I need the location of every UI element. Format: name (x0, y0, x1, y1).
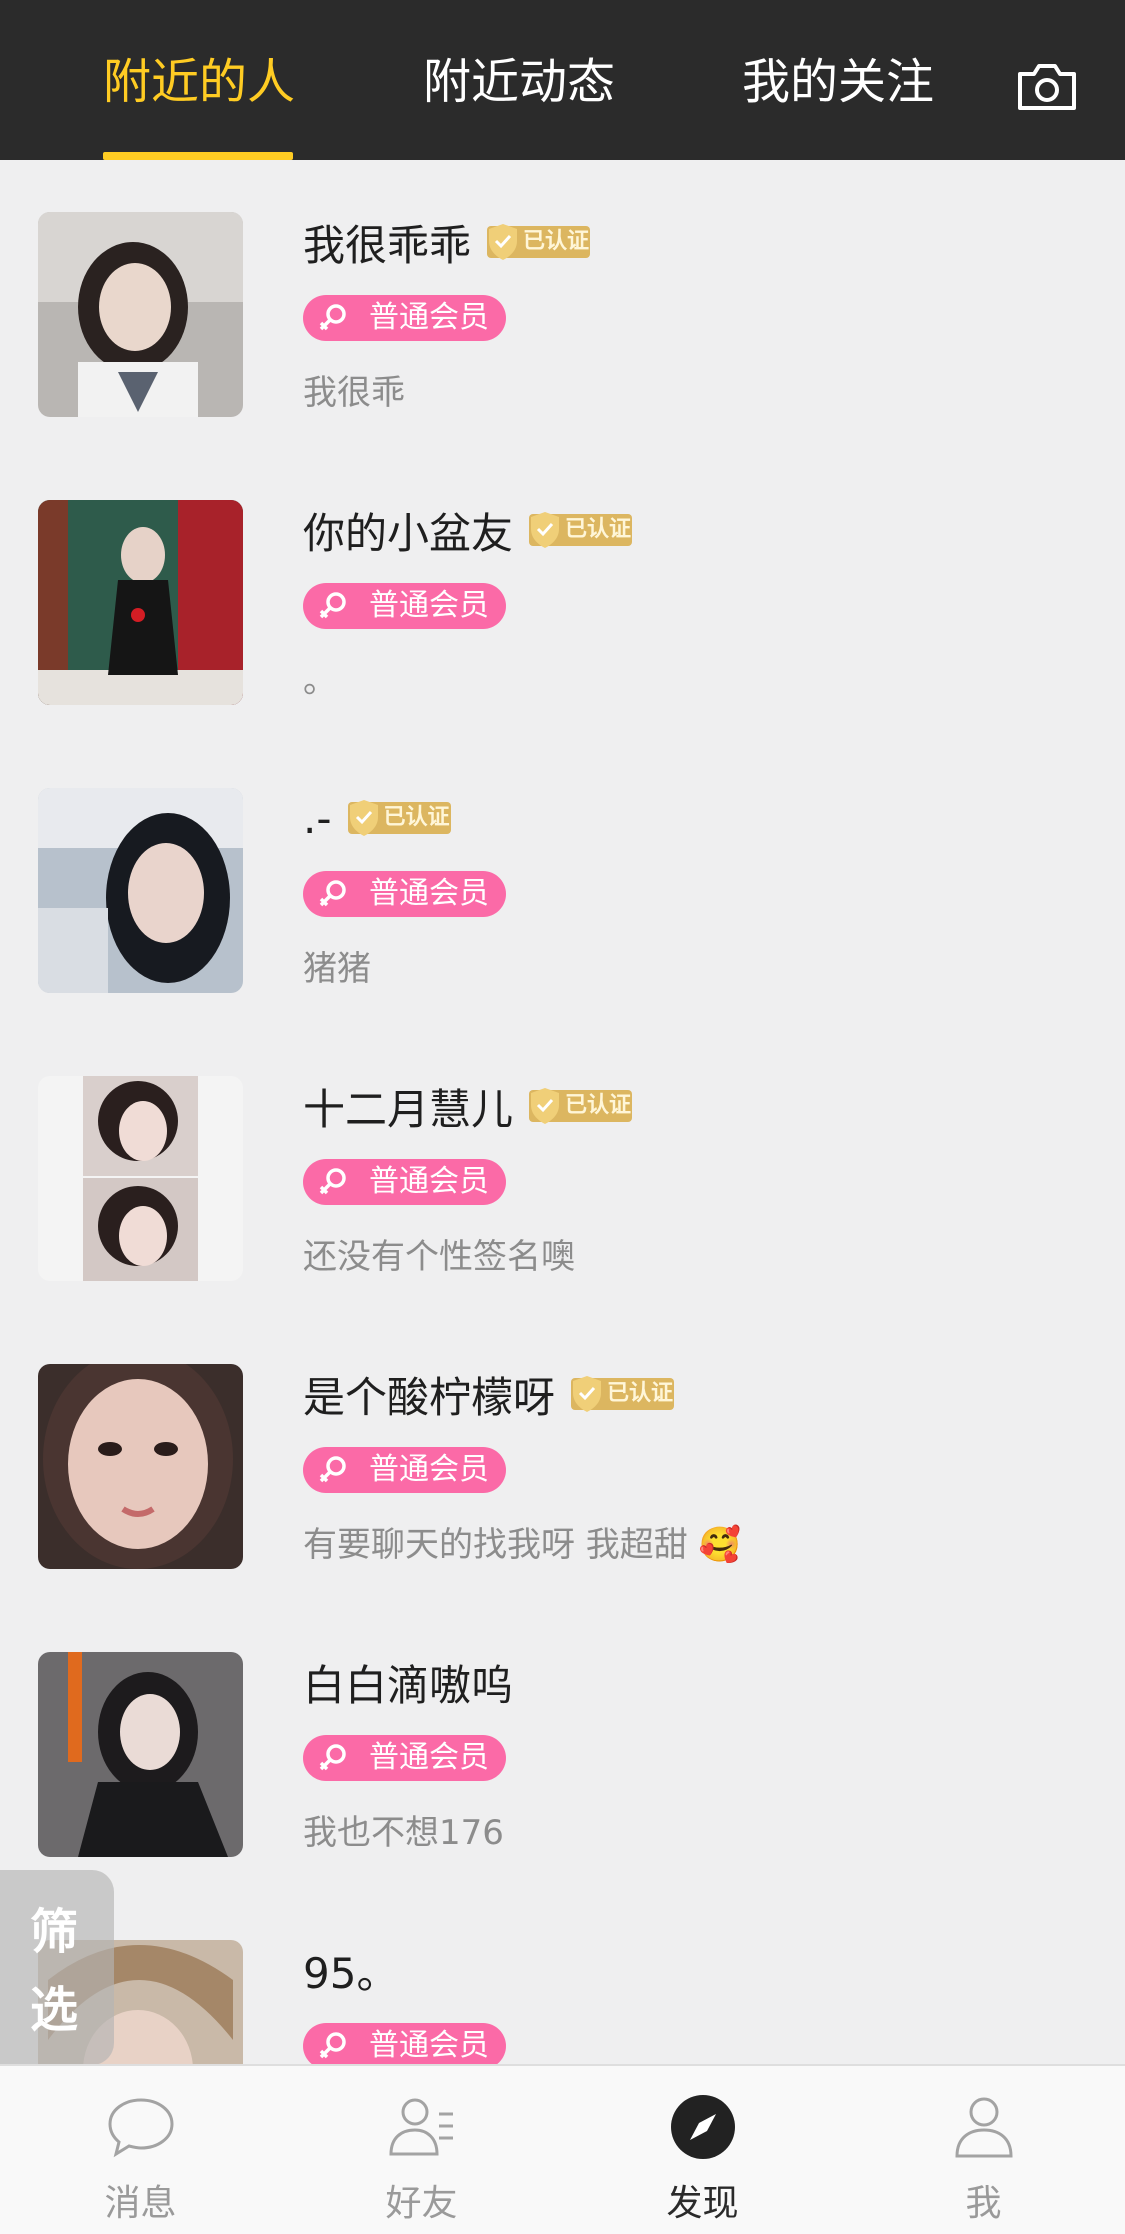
user-name: 十二月慧儿 (303, 1084, 514, 1134)
user-name: .- (303, 793, 332, 843)
verified-text: 已认证 (565, 517, 632, 542)
member-badge: 普通会员 (303, 871, 506, 917)
filter-button[interactable]: 筛 选 (0, 1870, 114, 2065)
verified-text: 已认证 (523, 229, 590, 254)
user-name: 95。 (303, 1948, 399, 1998)
user-name: 白白滴嗷呜 (303, 1660, 514, 1710)
nav-me[interactable]: 我 (843, 2066, 1124, 2234)
list-item[interactable]: 95。 普通会员 (0, 1888, 1125, 2065)
verified-badge: 已认证 (527, 511, 633, 549)
verified-text: 已认证 (383, 805, 450, 830)
member-label: 普通会员 (369, 1740, 489, 1775)
list-item[interactable]: 白白滴嗷呜 普通会员 我也不想176 (0, 1600, 1125, 1888)
avatar[interactable] (38, 212, 243, 417)
camera-icon[interactable] (1016, 62, 1078, 112)
list-item[interactable]: 我很乖乖 已认证 普通会员 我很乖 (0, 160, 1125, 448)
female-icon (319, 592, 346, 619)
bottom-nav: 消息 好友 发现 我 (0, 2064, 1125, 2234)
avatar[interactable] (38, 788, 243, 993)
filter-label-2: 选 (30, 1982, 79, 2038)
member-label: 普通会员 (369, 1164, 489, 1199)
avatar[interactable] (38, 1364, 243, 1569)
member-label: 普通会员 (369, 876, 489, 911)
compass-icon (671, 2095, 735, 2159)
user-signature: 有要聊天的找我呀 我超甜 🥰 (303, 1525, 741, 1565)
avatar[interactable] (38, 500, 243, 705)
member-badge: 普通会员 (303, 2023, 506, 2065)
member-label: 普通会员 (369, 588, 489, 623)
verified-text: 已认证 (607, 1381, 674, 1406)
verified-text: 已认证 (565, 1093, 632, 1118)
nav-discover[interactable]: 发现 (562, 2066, 843, 2234)
friends-icon (389, 2098, 453, 2156)
list-item[interactable]: 你的小盆友 已认证 普通会员 。 (0, 448, 1125, 736)
user-name: 是个酸柠檬呀 (303, 1372, 556, 1422)
member-badge: 普通会员 (303, 295, 506, 341)
user-signature: 我也不想176 (303, 1813, 504, 1853)
member-badge: 普通会员 (303, 1447, 506, 1493)
nav-friends[interactable]: 好友 (281, 2066, 562, 2234)
female-icon (319, 1168, 346, 1195)
user-signature: 猪猪 (303, 949, 371, 989)
user-signature: 还没有个性签名噢 (303, 1237, 575, 1277)
nav-label: 消息 (104, 2183, 177, 2224)
person-icon (955, 2097, 1013, 2158)
nearby-people-list: 我很乖乖 已认证 普通会员 我很乖 你的小盆友 已认证 普通会员 。 .- 已认… (0, 160, 1125, 2065)
user-signature: 。 (303, 661, 337, 701)
verified-badge: 已认证 (346, 799, 451, 837)
member-label: 普通会员 (369, 2028, 489, 2063)
chat-bubble-icon (108, 2098, 174, 2158)
member-label: 普通会员 (369, 1452, 489, 1487)
verified-badge: 已认证 (569, 1375, 675, 1413)
female-icon (319, 880, 346, 907)
list-item[interactable]: .- 已认证 普通会员 猪猪 (0, 736, 1125, 1024)
member-badge: 普通会员 (303, 1735, 506, 1781)
user-name: 我很乖乖 (303, 220, 472, 270)
verified-badge: 已认证 (485, 223, 591, 261)
nav-label: 好友 (385, 2183, 458, 2224)
active-tab-indicator (103, 152, 293, 160)
filter-label-1: 筛 (30, 1904, 79, 1960)
female-icon (319, 304, 346, 331)
member-label: 普通会员 (369, 300, 489, 335)
member-badge: 普通会员 (303, 583, 506, 629)
member-badge: 普通会员 (303, 1159, 506, 1205)
tab-nearby-people[interactable]: 附近的人 (103, 52, 295, 112)
female-icon (319, 1456, 346, 1483)
tab-my-follows[interactable]: 我的关注 (742, 52, 934, 112)
female-icon (319, 2032, 346, 2059)
nav-label: 发现 (666, 2183, 739, 2224)
top-bar: 附近的人 附近动态 我的关注 (0, 0, 1125, 160)
list-item[interactable]: 是个酸柠檬呀 已认证 普通会员 有要聊天的找我呀 我超甜 🥰 (0, 1312, 1125, 1600)
user-signature: 我很乖 (303, 373, 405, 413)
verified-badge: 已认证 (527, 1087, 633, 1125)
avatar[interactable] (38, 1076, 243, 1281)
nav-messages[interactable]: 消息 (0, 2066, 281, 2234)
nav-label: 我 (965, 2183, 1002, 2224)
list-item[interactable]: 十二月慧儿 已认证 普通会员 还没有个性签名噢 (0, 1024, 1125, 1312)
avatar[interactable] (38, 1652, 243, 1857)
tab-nearby-moments[interactable]: 附近动态 (423, 52, 615, 112)
female-icon (319, 1744, 346, 1771)
user-name: 你的小盆友 (303, 508, 514, 558)
